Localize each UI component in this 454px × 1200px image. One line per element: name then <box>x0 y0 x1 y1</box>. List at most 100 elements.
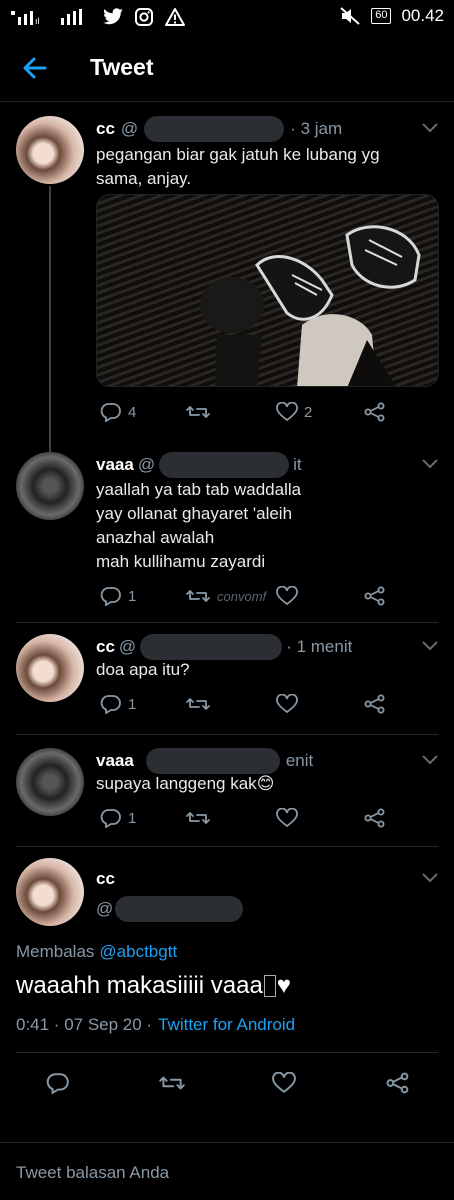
retweet-button[interactable] <box>185 808 211 828</box>
tweet-timestamp[interactable]: it <box>293 455 302 475</box>
replying-label: Membalas <box>16 942 95 961</box>
page-title: Tweet <box>90 54 154 80</box>
share-icon <box>386 1072 409 1094</box>
share-button[interactable] <box>364 694 386 714</box>
retweet-button[interactable]: convomf <box>185 586 266 606</box>
like-button[interactable] <box>276 694 298 714</box>
main-tweet-handle-row: @ <box>96 896 244 922</box>
chevron-down-icon[interactable] <box>421 754 439 766</box>
display-name[interactable]: cc <box>96 869 115 889</box>
status-icons-left: ıl <box>10 7 186 27</box>
heart-icon <box>276 694 298 714</box>
display-name[interactable]: cc <box>96 637 115 657</box>
reply-button[interactable]: 1 <box>100 808 136 828</box>
chevron-down-icon[interactable] <box>421 458 439 470</box>
replying-to-link[interactable]: @abctbgtt <box>99 942 177 962</box>
tweet-text-line: sama, anjay. <box>96 169 192 188</box>
divider <box>16 734 438 735</box>
reply-input[interactable]: Tweet balasan Anda <box>16 1163 169 1183</box>
avatar[interactable] <box>16 858 84 926</box>
chevron-down-icon[interactable] <box>421 640 439 652</box>
twitter-bird-icon <box>103 8 123 25</box>
replying-to: Membalas @abctbgtt <box>16 942 177 962</box>
instagram-icon <box>135 8 153 26</box>
retweet-button[interactable] <box>185 694 211 714</box>
tweet-timestamp[interactable]: · 3 jam <box>290 119 342 139</box>
tweet-text-line: pegangan biar gak jatuh ke lubang yg <box>96 145 380 164</box>
like-button[interactable] <box>276 808 298 828</box>
like-button[interactable]: 2 <box>276 402 312 422</box>
reply-button[interactable]: 1 <box>100 586 136 606</box>
display-name[interactable]: cc <box>96 119 115 139</box>
retweet-icon <box>159 1076 185 1090</box>
status-icons-right: 60 00.42 <box>339 6 444 26</box>
tweet-text: doa apa itu? <box>96 658 190 682</box>
back-button[interactable] <box>18 52 52 84</box>
status-bar: ıl 60 00.42 <box>0 0 454 34</box>
username[interactable]: @ <box>96 899 113 919</box>
display-name[interactable]: vaaa <box>96 455 134 475</box>
reply-icon <box>100 695 121 714</box>
tweet-header: vaaa @ it <box>96 452 302 478</box>
avatar[interactable] <box>16 634 84 702</box>
status-clock: 00.42 <box>401 6 444 25</box>
tweet-text-line: mah kullihamu zayardi <box>96 552 266 571</box>
main-tweet-timestamp: 0:41 · 07 Sep 20 · <box>16 1015 153 1034</box>
like-button[interactable] <box>276 586 298 606</box>
username[interactable]: @ <box>121 119 138 139</box>
tweet-timestamp[interactable]: enit <box>286 751 313 771</box>
heart-icon <box>276 586 298 606</box>
retweet-icon <box>186 406 210 418</box>
avatar[interactable] <box>16 748 84 816</box>
reply-button[interactable] <box>46 1072 70 1094</box>
tweet-header: vaaa enit <box>96 748 313 774</box>
share-button[interactable] <box>364 808 386 828</box>
tweet-text-line: anazhal awalah <box>96 528 215 547</box>
tweet-text-line: yay ollanat ghayaret 'aleih <box>96 504 293 523</box>
tweet-text: yaallah ya tab tab waddalla yay ollanat … <box>96 478 301 574</box>
share-button[interactable] <box>386 1072 410 1094</box>
chevron-down-icon[interactable] <box>421 872 439 884</box>
tweet-timestamp[interactable]: · 1 menit <box>286 637 352 657</box>
reply-count: 4 <box>128 403 137 421</box>
tweet-media-image[interactable] <box>96 194 439 387</box>
redacted-username <box>144 116 285 142</box>
divider <box>16 1052 438 1053</box>
battery-indicator: 60 <box>371 8 392 24</box>
username[interactable]: @ <box>138 455 155 475</box>
redacted-username <box>140 634 283 660</box>
tweet-text-line: yaallah ya tab tab waddalla <box>96 480 302 499</box>
avatar[interactable] <box>16 452 84 520</box>
chevron-down-icon[interactable] <box>421 122 439 134</box>
reply-button[interactable]: 1 <box>100 694 136 714</box>
tweet-source-link[interactable]: Twitter for Android <box>158 1015 295 1035</box>
back-arrow-icon <box>23 57 47 79</box>
reply-count: 1 <box>128 587 137 605</box>
warning-icon <box>165 8 185 26</box>
reply-count: 1 <box>128 809 137 827</box>
display-name[interactable]: vaaa <box>96 751 134 771</box>
reply-icon <box>46 1073 69 1094</box>
main-tweet-text-content: waaahh makasiiiii vaaa <box>16 972 263 999</box>
redacted-username <box>145 748 280 774</box>
share-button[interactable] <box>364 402 386 422</box>
like-button[interactable] <box>272 1072 296 1094</box>
avatar[interactable] <box>16 116 84 184</box>
retweet-icon <box>186 698 210 710</box>
reply-icon <box>100 403 121 422</box>
tweet-text-line: supaya langgeng kak <box>96 774 257 793</box>
username[interactable]: @ <box>119 637 136 657</box>
signal-icon: ıl <box>11 11 40 26</box>
share-icon <box>364 586 385 606</box>
retweet-button[interactable] <box>158 1072 186 1094</box>
share-icon <box>364 808 385 828</box>
reply-count: 1 <box>128 695 137 713</box>
reply-button[interactable]: 4 <box>100 402 136 422</box>
divider <box>16 846 438 847</box>
redacted-username <box>159 452 290 478</box>
reply-compose-bar[interactable]: Tweet balasan Anda <box>0 1142 454 1200</box>
reply-icon <box>100 809 121 828</box>
retweet-button[interactable] <box>185 402 211 422</box>
share-button[interactable] <box>364 586 386 606</box>
svg-text:ıl: ıl <box>35 16 40 26</box>
